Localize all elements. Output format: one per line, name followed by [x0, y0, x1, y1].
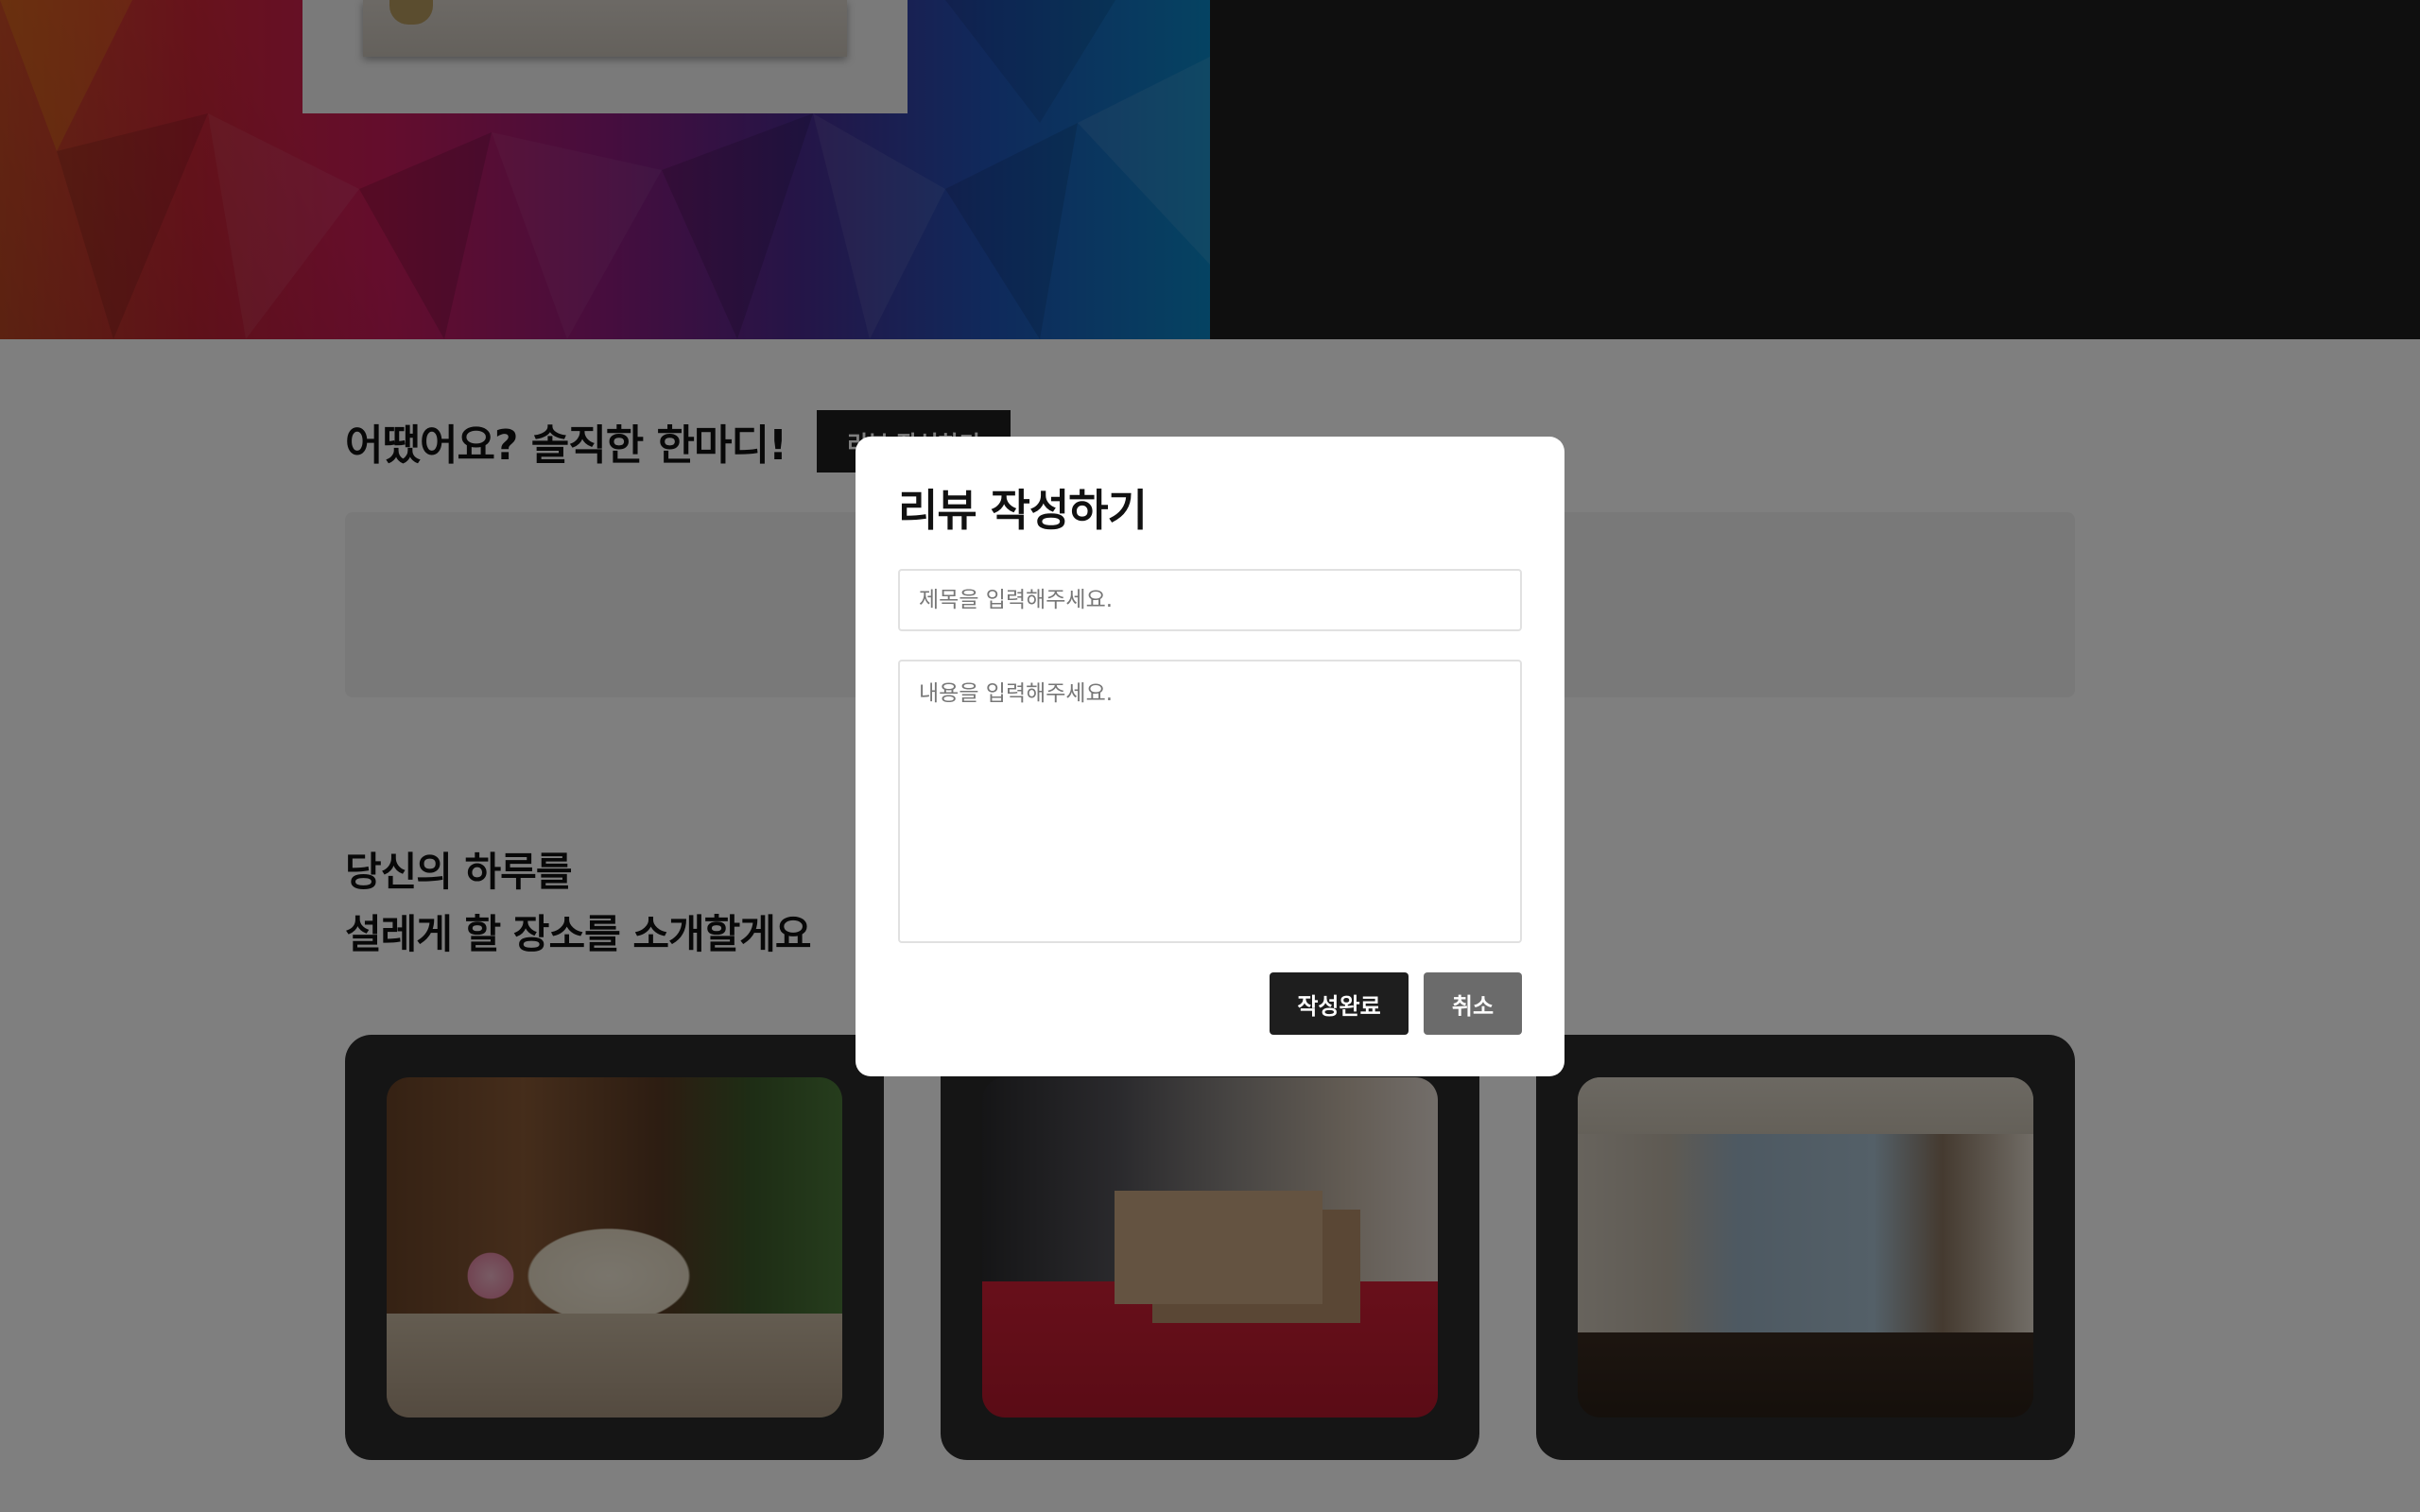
- review-modal: 리뷰 작성하기 작성완료 취소: [856, 437, 1564, 1076]
- review-content-textarea[interactable]: [898, 660, 1522, 943]
- submit-review-button[interactable]: 작성완료: [1270, 972, 1409, 1035]
- cancel-button[interactable]: 취소: [1424, 972, 1522, 1035]
- review-title-input[interactable]: [898, 569, 1522, 631]
- modal-title: 리뷰 작성하기: [898, 485, 1148, 536]
- modal-actions: 작성완료 취소: [1270, 972, 1522, 1035]
